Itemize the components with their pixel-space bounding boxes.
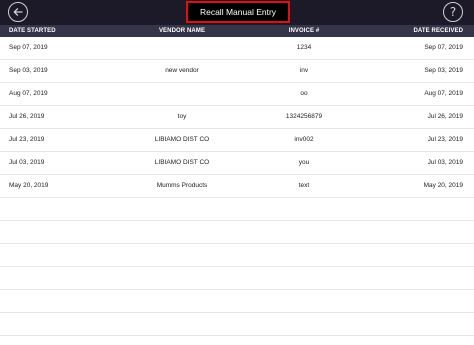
back-button[interactable] [8, 2, 28, 22]
table-row[interactable]: Jul 23, 2019 LIBIAMO DIST CO inv002 Jul 23,… [0, 129, 474, 152]
invoice-cell [254, 221, 354, 243]
date-started-cell: Jul 03, 2019 [9, 159, 45, 166]
vendor-name-cell [120, 290, 244, 312]
table-row[interactable] [0, 290, 474, 313]
invoice-cell: 1234 [296, 44, 312, 51]
invoice-cell: text [298, 182, 310, 189]
date-started-cell: Aug 07, 2019 [9, 90, 48, 97]
table-row[interactable] [0, 313, 474, 336]
invoice-cell [254, 198, 354, 220]
vendor-name-cell: new vendor [165, 67, 199, 74]
column-header-date-received[interactable]: DATE RECEIVED [413, 25, 463, 37]
date-received-cell: Jul 23, 2019 [427, 136, 463, 143]
date-received-cell: Jul 03, 2019 [427, 159, 463, 166]
title-highlight-box: Recall Manual Entry [186, 1, 290, 23]
column-header-vendor-name[interactable]: VENDOR NAME [120, 25, 244, 37]
date-started-cell: Sep 03, 2019 [9, 67, 48, 74]
question-mark-icon: ? [449, 5, 457, 19]
vendor-name-cell: Mumms Products [156, 182, 208, 189]
date-started-cell: Jul 23, 2019 [9, 136, 45, 143]
table-row[interactable] [0, 244, 474, 267]
arrow-left-icon [13, 8, 23, 16]
vendor-name-cell [120, 221, 244, 243]
recall-manual-entry-screen: Recall Manual Entry ? DATE STARTED VENDO… [0, 0, 474, 345]
date-received-cell: Jul 26, 2019 [427, 113, 463, 120]
date-received-cell: Sep 07, 2019 [424, 44, 463, 51]
vendor-name-cell: LIBIAMO DIST CO [154, 136, 210, 143]
invoice-cell: inv [299, 67, 309, 74]
date-started-cell: Jul 26, 2019 [9, 113, 45, 120]
table-row[interactable]: Jul 03, 2019 LIBIAMO DIST CO you Jul 03, 20… [0, 152, 474, 175]
top-bar: Recall Manual Entry ? [0, 0, 474, 25]
date-received-cell: Aug 07, 2019 [424, 90, 463, 97]
table-row[interactable]: Sep 03, 2019 new vendor inv Sep 03, 2019 [0, 60, 474, 83]
vendor-name-cell [120, 83, 244, 105]
date-started-cell: Sep 07, 2019 [9, 44, 48, 51]
help-button[interactable]: ? [443, 2, 463, 22]
page-title: Recall Manual Entry [199, 7, 277, 17]
table-row[interactable]: May 20, 2019 Mumms Products text May 20, 20… [0, 175, 474, 198]
table-row[interactable] [0, 198, 474, 221]
date-received-cell: Sep 03, 2019 [424, 67, 463, 74]
table-row[interactable] [0, 221, 474, 244]
invoice-cell [254, 313, 354, 335]
vendor-name-cell [120, 267, 244, 289]
vendor-name-cell [120, 37, 244, 59]
invoice-cell [254, 290, 354, 312]
column-header-date-started[interactable]: DATE STARTED [9, 25, 56, 37]
date-started-cell: May 20, 2019 [9, 182, 49, 189]
table-row[interactable] [0, 267, 474, 290]
vendor-name-cell [120, 313, 244, 335]
vendor-name-cell [120, 244, 244, 266]
invoice-cell: you [298, 159, 310, 166]
invoice-cell: 1324256879 [285, 113, 323, 120]
invoice-cell: inv002 [294, 136, 314, 143]
invoice-cell [254, 267, 354, 289]
table-row[interactable]: Jul 26, 2019 toy 1324256879 Jul 26, 2019 [0, 106, 474, 129]
table-row[interactable]: Sep 07, 2019 1234 Sep 07, 2019 [0, 37, 474, 60]
invoice-cell [254, 244, 354, 266]
table-header: DATE STARTED VENDOR NAME INVOICE # DATE … [0, 25, 474, 37]
column-header-invoice[interactable]: INVOICE # [254, 25, 354, 37]
vendor-name-cell: toy [177, 113, 187, 120]
vendor-name-cell: LIBIAMO DIST CO [154, 159, 210, 166]
vendor-name-cell [120, 198, 244, 220]
table-row[interactable]: Aug 07, 2019 oo Aug 07, 2019 [0, 83, 474, 106]
invoice-cell: oo [300, 90, 308, 97]
date-received-cell: May 20, 2019 [423, 182, 463, 189]
entries-table: Sep 07, 2019 1234 Sep 07, 2019 Sep 03, 2019… [0, 37, 474, 336]
